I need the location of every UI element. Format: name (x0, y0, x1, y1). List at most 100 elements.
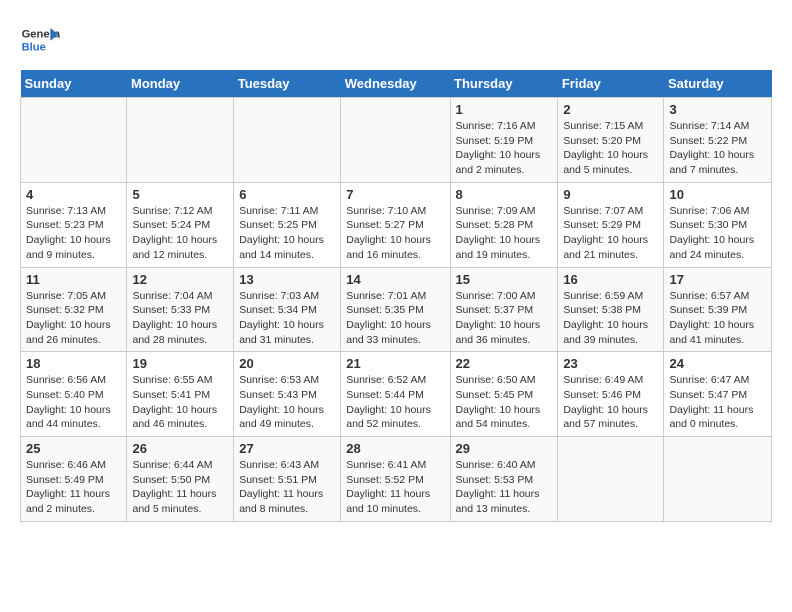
calendar-cell: 29 Sunrise: 6:40 AM Sunset: 5:53 PM Dayli… (450, 437, 558, 522)
calendar-cell: 26 Sunrise: 6:44 AM Sunset: 5:50 PM Dayli… (127, 437, 234, 522)
day-number: 13 (239, 272, 335, 287)
day-detail: Sunrise: 7:16 AM Sunset: 5:19 PM Dayligh… (456, 119, 553, 178)
day-detail: Sunrise: 6:59 AM Sunset: 5:38 PM Dayligh… (563, 289, 658, 348)
calendar-cell (341, 98, 450, 183)
day-number: 4 (26, 187, 121, 202)
day-detail: Sunrise: 7:13 AM Sunset: 5:23 PM Dayligh… (26, 204, 121, 263)
calendar-cell: 27 Sunrise: 6:43 AM Sunset: 5:51 PM Dayli… (234, 437, 341, 522)
day-number: 28 (346, 441, 444, 456)
calendar-cell: 4 Sunrise: 7:13 AM Sunset: 5:23 PM Daylig… (21, 182, 127, 267)
calendar-cell: 5 Sunrise: 7:12 AM Sunset: 5:24 PM Daylig… (127, 182, 234, 267)
calendar-cell: 6 Sunrise: 7:11 AM Sunset: 5:25 PM Daylig… (234, 182, 341, 267)
day-detail: Sunrise: 6:49 AM Sunset: 5:46 PM Dayligh… (563, 373, 658, 432)
day-detail: Sunrise: 7:15 AM Sunset: 5:20 PM Dayligh… (563, 119, 658, 178)
day-detail: Sunrise: 7:05 AM Sunset: 5:32 PM Dayligh… (26, 289, 121, 348)
day-detail: Sunrise: 7:14 AM Sunset: 5:22 PM Dayligh… (669, 119, 766, 178)
calendar-cell (664, 437, 772, 522)
day-detail: Sunrise: 6:50 AM Sunset: 5:45 PM Dayligh… (456, 373, 553, 432)
header-area: General Blue (20, 20, 772, 60)
day-detail: Sunrise: 7:00 AM Sunset: 5:37 PM Dayligh… (456, 289, 553, 348)
day-detail: Sunrise: 6:44 AM Sunset: 5:50 PM Dayligh… (132, 458, 228, 517)
logo: General Blue (20, 20, 60, 60)
day-detail: Sunrise: 6:57 AM Sunset: 5:39 PM Dayligh… (669, 289, 766, 348)
calendar-cell: 1 Sunrise: 7:16 AM Sunset: 5:19 PM Daylig… (450, 98, 558, 183)
day-number: 1 (456, 102, 553, 117)
day-number: 25 (26, 441, 121, 456)
day-detail: Sunrise: 6:53 AM Sunset: 5:43 PM Dayligh… (239, 373, 335, 432)
day-detail: Sunrise: 6:43 AM Sunset: 5:51 PM Dayligh… (239, 458, 335, 517)
week-row-2: 4 Sunrise: 7:13 AM Sunset: 5:23 PM Daylig… (21, 182, 772, 267)
day-number: 29 (456, 441, 553, 456)
day-number: 8 (456, 187, 553, 202)
weekday-header-wednesday: Wednesday (341, 70, 450, 98)
calendar-cell (234, 98, 341, 183)
day-number: 15 (456, 272, 553, 287)
day-detail: Sunrise: 7:12 AM Sunset: 5:24 PM Dayligh… (132, 204, 228, 263)
weekday-header-tuesday: Tuesday (234, 70, 341, 98)
day-detail: Sunrise: 7:07 AM Sunset: 5:29 PM Dayligh… (563, 204, 658, 263)
calendar-cell: 24 Sunrise: 6:47 AM Sunset: 5:47 PM Dayli… (664, 352, 772, 437)
calendar-cell: 21Sunrise: 6:52 AM Sunset: 5:44 PM Dayli… (341, 352, 450, 437)
week-row-5: 25Sunrise: 6:46 AM Sunset: 5:49 PM Dayli… (21, 437, 772, 522)
calendar-cell: 14 Sunrise: 7:01 AM Sunset: 5:35 PM Dayli… (341, 267, 450, 352)
weekday-header-row: SundayMondayTuesdayWednesdayThursdayFrid… (21, 70, 772, 98)
day-detail: Sunrise: 7:01 AM Sunset: 5:35 PM Dayligh… (346, 289, 444, 348)
logo-icon: General Blue (20, 20, 60, 60)
calendar-cell: 3 Sunrise: 7:14 AM Sunset: 5:22 PM Daylig… (664, 98, 772, 183)
day-detail: Sunrise: 6:47 AM Sunset: 5:47 PM Dayligh… (669, 373, 766, 432)
calendar-cell: 7 Sunrise: 7:10 AM Sunset: 5:27 PM Daylig… (341, 182, 450, 267)
day-number: 5 (132, 187, 228, 202)
day-number: 12 (132, 272, 228, 287)
calendar-cell: 17Sunrise: 6:57 AM Sunset: 5:39 PM Dayli… (664, 267, 772, 352)
svg-text:Blue: Blue (22, 41, 46, 53)
weekday-header-thursday: Thursday (450, 70, 558, 98)
day-detail: Sunrise: 6:56 AM Sunset: 5:40 PM Dayligh… (26, 373, 121, 432)
calendar-cell: 18 Sunrise: 6:56 AM Sunset: 5:40 PM Dayli… (21, 352, 127, 437)
calendar-cell: 9 Sunrise: 7:07 AM Sunset: 5:29 PM Daylig… (558, 182, 664, 267)
day-number: 16 (563, 272, 658, 287)
calendar-cell: 8 Sunrise: 7:09 AM Sunset: 5:28 PM Daylig… (450, 182, 558, 267)
day-number: 2 (563, 102, 658, 117)
calendar-cell: 11Sunrise: 7:05 AM Sunset: 5:32 PM Dayli… (21, 267, 127, 352)
day-detail: Sunrise: 6:55 AM Sunset: 5:41 PM Dayligh… (132, 373, 228, 432)
day-number: 10 (669, 187, 766, 202)
day-number: 7 (346, 187, 444, 202)
day-detail: Sunrise: 7:10 AM Sunset: 5:27 PM Dayligh… (346, 204, 444, 263)
calendar-cell (558, 437, 664, 522)
calendar-cell: 10 Sunrise: 7:06 AM Sunset: 5:30 PM Dayli… (664, 182, 772, 267)
weekday-header-monday: Monday (127, 70, 234, 98)
day-number: 26 (132, 441, 228, 456)
calendar-cell: 19 Sunrise: 6:55 AM Sunset: 5:41 PM Dayli… (127, 352, 234, 437)
day-detail: Sunrise: 7:11 AM Sunset: 5:25 PM Dayligh… (239, 204, 335, 263)
calendar-cell: 25Sunrise: 6:46 AM Sunset: 5:49 PM Dayli… (21, 437, 127, 522)
calendar-cell (127, 98, 234, 183)
day-number: 6 (239, 187, 335, 202)
week-row-4: 18 Sunrise: 6:56 AM Sunset: 5:40 PM Dayli… (21, 352, 772, 437)
weekday-header-saturday: Saturday (664, 70, 772, 98)
day-detail: Sunrise: 7:04 AM Sunset: 5:33 PM Dayligh… (132, 289, 228, 348)
day-number: 14 (346, 272, 444, 287)
calendar-cell: 13 Sunrise: 7:03 AM Sunset: 5:34 PM Dayli… (234, 267, 341, 352)
day-detail: Sunrise: 6:40 AM Sunset: 5:53 PM Dayligh… (456, 458, 553, 517)
day-number: 27 (239, 441, 335, 456)
calendar-cell: 28Sunrise: 6:41 AM Sunset: 5:52 PM Dayli… (341, 437, 450, 522)
weekday-header-sunday: Sunday (21, 70, 127, 98)
calendar-cell: 12 Sunrise: 7:04 AM Sunset: 5:33 PM Dayli… (127, 267, 234, 352)
day-number: 22 (456, 356, 553, 371)
calendar-table: SundayMondayTuesdayWednesdayThursdayFrid… (20, 70, 772, 522)
day-number: 3 (669, 102, 766, 117)
day-detail: Sunrise: 7:06 AM Sunset: 5:30 PM Dayligh… (669, 204, 766, 263)
calendar-cell: 16 Sunrise: 6:59 AM Sunset: 5:38 PM Dayli… (558, 267, 664, 352)
week-row-3: 11Sunrise: 7:05 AM Sunset: 5:32 PM Dayli… (21, 267, 772, 352)
day-number: 9 (563, 187, 658, 202)
day-detail: Sunrise: 7:09 AM Sunset: 5:28 PM Dayligh… (456, 204, 553, 263)
day-detail: Sunrise: 7:03 AM Sunset: 5:34 PM Dayligh… (239, 289, 335, 348)
day-number: 19 (132, 356, 228, 371)
day-number: 18 (26, 356, 121, 371)
calendar-cell (21, 98, 127, 183)
day-detail: Sunrise: 6:52 AM Sunset: 5:44 PM Dayligh… (346, 373, 444, 432)
weekday-header-friday: Friday (558, 70, 664, 98)
day-number: 24 (669, 356, 766, 371)
day-number: 23 (563, 356, 658, 371)
day-number: 20 (239, 356, 335, 371)
